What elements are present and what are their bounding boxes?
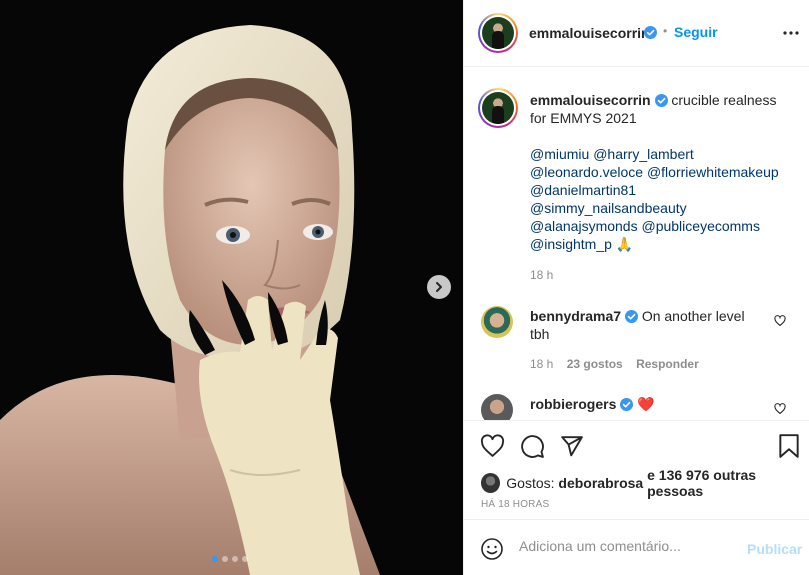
heart-icon[interactable] — [480, 434, 505, 459]
carousel-dot — [242, 556, 248, 562]
caption-mentions: @miumiu @harry_lambert @leonardo.veloce … — [530, 145, 792, 253]
comment-text-line1: On another level — [641, 308, 745, 324]
likes-summary: Gostos: deborabrosa e 136 976 outras pes… — [481, 467, 809, 499]
post-photo — [0, 0, 463, 575]
comments-list[interactable]: emmalouisecorrin crucible realness for E… — [464, 68, 809, 420]
carousel-dot — [212, 556, 218, 562]
mention-line[interactable]: @leonardo.veloce @florriewhitemakeup — [530, 163, 792, 181]
verified-badge-icon — [644, 26, 657, 39]
verified-badge-icon — [654, 94, 668, 107]
comment-likes-count[interactable]: 23 gostos — [567, 357, 623, 371]
mention-line[interactable]: @danielmartin81 — [530, 181, 792, 199]
verified-badge-icon — [624, 310, 638, 323]
post-media[interactable] — [0, 0, 463, 575]
reply-button[interactable]: Responder — [636, 357, 699, 371]
emoji-smile-icon[interactable] — [480, 537, 504, 561]
author-username[interactable]: emmalouisecorrin — [529, 25, 650, 41]
comment-username[interactable]: robbierogers — [530, 396, 616, 412]
post-sidebar: emmalouisecorrin • Seguir emmalouisecorr… — [463, 0, 809, 575]
share-icon[interactable] — [559, 434, 584, 459]
post-actions: Gostos: deborabrosa e 136 976 outras pes… — [464, 420, 809, 519]
comment-meta: 18 h 23 gostos Responder — [530, 357, 699, 371]
likes-others[interactable]: e 136 976 outras pessoas — [647, 467, 809, 499]
comment-composer: Publicar — [464, 519, 809, 575]
comment-item: bennydrama7 On another level tbh — [530, 307, 760, 343]
instagram-post: emmalouisecorrin • Seguir emmalouisecorr… — [0, 0, 809, 575]
pray-emoji: 🙏 — [615, 236, 634, 252]
carousel-indicator — [212, 556, 248, 562]
caption-timestamp[interactable]: 18 h — [530, 268, 553, 282]
comment-input[interactable] — [519, 538, 739, 554]
commenter-avatar[interactable] — [481, 394, 513, 420]
mention-line[interactable]: @miumiu @harry_lambert — [530, 145, 792, 163]
comment-timestamp[interactable]: 18 h — [530, 357, 553, 371]
comment-text-line2: tbh — [530, 326, 550, 342]
first-liker-username[interactable]: deborabrosa — [558, 475, 643, 491]
comment-username[interactable]: bennydrama7 — [530, 308, 621, 324]
mention-line[interactable]: @insightm_p — [530, 236, 612, 252]
commenter-avatar[interactable] — [481, 306, 513, 338]
author-avatar[interactable] — [478, 13, 518, 53]
caption-author-username[interactable]: emmalouisecorrin — [530, 92, 651, 108]
header-separator: • — [663, 24, 668, 38]
caption-text-line1: crucible realness — [671, 92, 777, 108]
comment-icon[interactable] — [520, 434, 545, 459]
carousel-dot — [232, 556, 238, 562]
likes-prefix: Gostos: — [506, 475, 555, 491]
like-comment-heart-icon[interactable] — [774, 315, 786, 327]
publish-button[interactable]: Publicar — [747, 541, 802, 557]
caption-author-avatar[interactable] — [478, 88, 518, 128]
verified-badge-icon — [620, 398, 634, 411]
comment-item: robbierogers ❤️ — [530, 395, 655, 413]
chevron-right-icon — [436, 282, 442, 292]
like-comment-heart-icon[interactable] — [774, 403, 786, 415]
caption-text-line2: for EMMYS 2021 — [530, 110, 637, 126]
follow-button[interactable]: Seguir — [674, 24, 718, 40]
liker-avatar[interactable] — [481, 473, 501, 493]
comment-emoji: ❤️ — [637, 396, 655, 412]
post-header: emmalouisecorrin • Seguir — [464, 0, 809, 67]
carousel-dot — [222, 556, 228, 562]
mention-line[interactable]: @simmy_nailsandbeauty — [530, 199, 792, 217]
next-slide-button[interactable] — [427, 275, 451, 299]
posted-time[interactable]: HÁ 18 HORAS — [481, 499, 549, 510]
bookmark-icon[interactable] — [777, 433, 801, 459]
post-caption: emmalouisecorrin crucible realness for E… — [530, 91, 792, 253]
mention-line[interactable]: @alanajsymonds @publiceyecomms — [530, 217, 792, 235]
more-horizontal-icon[interactable] — [783, 30, 799, 36]
